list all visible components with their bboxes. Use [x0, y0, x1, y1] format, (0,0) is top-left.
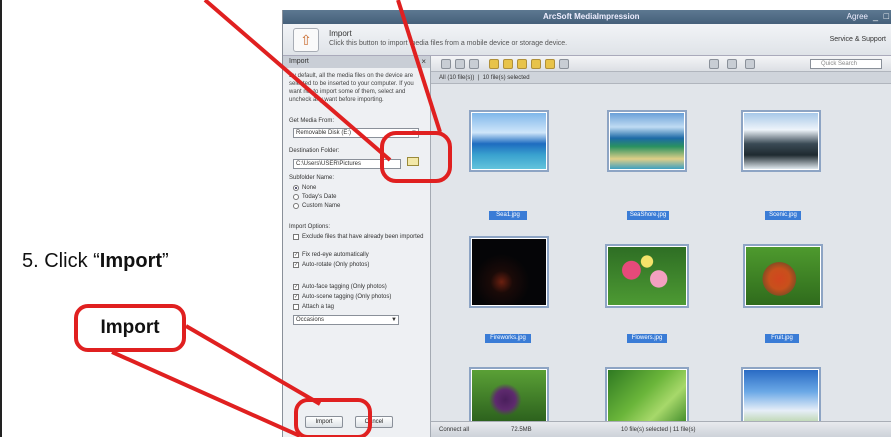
video-icon[interactable]: [517, 59, 527, 69]
thumbnail-caption: SeaShore.jpg: [627, 211, 669, 220]
checkbox-icon: ✓: [293, 252, 299, 258]
header-description: Click this button to import media files …: [329, 40, 568, 47]
import-button[interactable]: Import: [305, 416, 343, 428]
chevron-down-icon: ▼: [391, 317, 397, 323]
checkbox-icon: [293, 234, 299, 240]
list-view-icon[interactable]: [745, 59, 755, 69]
header-bar: ⇧ Import Click this button to import med…: [283, 24, 891, 56]
music-icon[interactable]: [531, 59, 541, 69]
document-icon[interactable]: [545, 59, 555, 69]
thumbnail-grid: Sea1.jpg SeaShore.jpg Scenic.jpg Firewor…: [431, 84, 891, 427]
thumbnail-fruit[interactable]: [743, 244, 823, 308]
chevron-down-icon: ▼: [411, 130, 417, 136]
thumbnail-flowers[interactable]: [605, 244, 689, 308]
radio-icon: [293, 203, 299, 209]
radio-icon: [293, 194, 299, 200]
thumbnail-caption: Fireworks.jpg: [485, 334, 531, 343]
page-left-border: [0, 0, 2, 437]
thumbnail-sky[interactable]: [741, 367, 821, 427]
service-support-link[interactable]: Service & Support: [830, 36, 886, 43]
calendar-icon[interactable]: [559, 59, 569, 69]
layout-icon[interactable]: [727, 59, 737, 69]
get-media-from-select[interactable]: Removable Disk (E:) ▼: [293, 128, 419, 138]
option-auto-rotate[interactable]: ✓ Auto-rotate (Only photos): [293, 262, 369, 268]
thumbnail-caption: Sea1.jpg: [489, 211, 527, 220]
status-bar: Connect all 72.5MB 10 file(s) selected |…: [431, 421, 891, 437]
option-auto-scene-tagging[interactable]: ✓ Auto-scene tagging (Only photos): [293, 294, 391, 300]
import-callout: Import: [74, 304, 186, 352]
subfolder-name-label: Subfolder Name:: [289, 175, 335, 181]
option-fix-red-eye[interactable]: ✓ Fix red-eye automatically: [293, 252, 369, 258]
thumbnail-caption: Flowers.jpg: [627, 334, 667, 343]
radio-icon: [293, 185, 299, 191]
main-toolbar: Quick Search: [431, 56, 891, 72]
get-media-from-label: Get Media From:: [289, 118, 335, 124]
tag-select[interactable]: Occasions ▼: [293, 315, 399, 325]
step-instruction-bold: Import: [99, 250, 163, 272]
subfolder-option-custom[interactable]: Custom Name: [293, 203, 340, 209]
search-input[interactable]: Quick Search: [810, 59, 882, 69]
photo-icon[interactable]: [503, 59, 513, 69]
status-size: 72.5MB: [511, 427, 532, 433]
panel-heading: Import ×: [283, 56, 430, 68]
maximize-button[interactable]: □: [884, 11, 889, 21]
app-title: ArcSoft MediaImpression: [543, 12, 640, 21]
title-bar: ArcSoft MediaImpression Agree _ □: [283, 10, 891, 24]
destination-folder-field[interactable]: C:\Users\USER\Pictures: [293, 159, 401, 169]
checkbox-icon: ✓: [293, 284, 299, 290]
sort-icon[interactable]: [709, 59, 719, 69]
folder-icon[interactable]: [489, 59, 499, 69]
thumbnail-caption: Fruit.jpg: [765, 334, 799, 343]
checkbox-icon: ✓: [293, 294, 299, 300]
thumbnail-grapes[interactable]: [469, 367, 549, 427]
annotation-line-import-b: [111, 350, 301, 437]
connect-all-link[interactable]: Connect all: [439, 427, 469, 433]
view-icon[interactable]: [441, 59, 451, 69]
thumbnail-leaf[interactable]: [605, 367, 689, 427]
checkbox-icon: ✓: [293, 262, 299, 268]
minimize-button[interactable]: _: [873, 11, 878, 21]
import-panel: Import × By default, all the media files …: [283, 56, 431, 437]
panel-close-icon[interactable]: ×: [421, 56, 426, 68]
app-window: ArcSoft MediaImpression Agree _ □ ⇧ Impo…: [282, 10, 891, 437]
folder-icon[interactable]: [407, 157, 419, 166]
destination-folder-label: Destination Folder:: [289, 148, 340, 154]
home-button[interactable]: ⇧: [293, 28, 319, 52]
copy-icon[interactable]: [455, 59, 465, 69]
thumbnail-fireworks[interactable]: [469, 236, 549, 308]
option-attach-tag[interactable]: Attach a tag: [293, 304, 334, 310]
header-title: Import: [329, 29, 352, 38]
thumbnail-caption: Scenic.jpg: [765, 211, 801, 220]
title-bar-right[interactable]: Agree: [847, 12, 868, 21]
import-options-label: Import Options:: [289, 224, 331, 230]
thumbnail-sea[interactable]: [469, 110, 549, 172]
status-selection: 10 file(s) selected | 11 file(s): [621, 427, 696, 433]
subfolder-option-date[interactable]: Today's Date: [293, 194, 337, 200]
home-icon: ⇧: [300, 31, 312, 48]
checkbox-icon: [293, 304, 299, 310]
select-icon[interactable]: [469, 59, 479, 69]
file-breadcrumb: All (10 file(s)) | 10 file(s) selected: [431, 72, 891, 84]
cancel-button[interactable]: Cancel: [355, 416, 393, 428]
step-instruction: 5. Click “Import”: [22, 250, 169, 272]
thumbnail-scenic[interactable]: [741, 110, 821, 172]
option-auto-face-tagging[interactable]: ✓ Auto-face tagging (Only photos): [293, 284, 387, 290]
option-exclude-imported[interactable]: Exclude files that have already been imp…: [293, 234, 423, 240]
subfolder-option-none[interactable]: None: [293, 185, 316, 191]
thumbnail-seashore[interactable]: [607, 110, 687, 172]
panel-intro: By default, all the media files on the d…: [289, 73, 414, 103]
